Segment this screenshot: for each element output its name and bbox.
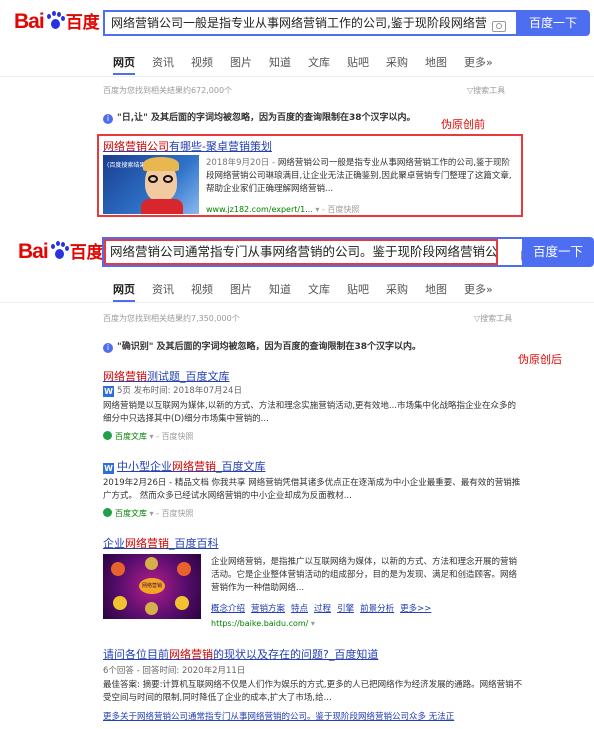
tab-more[interactable]: 更多» [464, 54, 493, 70]
search-button[interactable]: 百度一下 [516, 10, 590, 36]
result-source[interactable]: 百度文库 ▾ - 百度快照 [103, 431, 194, 442]
camera-icon[interactable] [492, 21, 506, 32]
tab-bar-2: 网页 资讯 视频 图片 知道 文库 贴吧 采购 地图 更多» [113, 281, 510, 302]
result-source[interactable]: 百度文库 ▾ - 百度快照 [103, 508, 194, 519]
link-process[interactable]: 过程 [314, 604, 331, 614]
tab-web[interactable]: 网页 [113, 54, 135, 75]
tab-video[interactable]: 视频 [191, 281, 213, 297]
result-snippet: 2019年2月26日 - 精品文档 你我共享 网络营销凭借其诸多优点正在逐渐成为… [103, 478, 521, 501]
result-title[interactable]: W 中小型企业网络营销_百度文库 [103, 458, 266, 474]
tab-wenku[interactable]: 文库 [308, 281, 330, 297]
tab-images[interactable]: 图片 [230, 281, 252, 297]
search-button-2[interactable]: 百度一下 [522, 237, 594, 267]
tab-images[interactable]: 图片 [230, 54, 252, 70]
label-after: 伪原创后 [518, 353, 562, 366]
link-plan[interactable]: 营销方案 [251, 604, 285, 614]
search-tools-2[interactable]: ▽搜索工具 [474, 313, 512, 324]
tab-zhidao[interactable]: 知道 [269, 281, 291, 297]
tab-bar: 网页 资讯 视频 图片 知道 文库 贴吧 采购 地图 更多» [113, 54, 510, 75]
tab-tieba[interactable]: 贴吧 [347, 54, 369, 70]
link-features[interactable]: 特点 [291, 604, 308, 614]
label-before: 伪原创前 [441, 118, 485, 131]
result-title[interactable]: 网络营销公司有哪些-聚卓营销策划 [103, 138, 272, 154]
result-count: 百度为您找到相关结果约672,000个 [103, 86, 233, 95]
tab-caigou[interactable]: 采购 [386, 281, 408, 297]
tab-video[interactable]: 视频 [191, 54, 213, 70]
tab-news[interactable]: 资讯 [152, 281, 174, 297]
wenku-source-icon [103, 431, 112, 440]
baike-image[interactable]: 网络营销 [103, 554, 201, 619]
search-tools[interactable]: ▽搜索工具 [467, 85, 505, 96]
tab-map[interactable]: 地图 [425, 281, 447, 297]
result-title[interactable]: 网络营销测试题_百度文库 [103, 368, 230, 384]
tab-zhidao[interactable]: 知道 [269, 54, 291, 70]
baidu-logo[interactable]: Bai 百度 [14, 8, 100, 34]
tab-caigou[interactable]: 采购 [386, 54, 408, 70]
result-count-2: 百度为您找到相关结果约7,350,000个 [103, 314, 240, 323]
result-snippet: 2018年9月20日 - 网络营销公司一般是指专业从事网络营销工作的公司,鉴于现… [206, 158, 512, 194]
result-url[interactable]: www.jz182.com/expert/1... ▾ - 百度快照 [206, 204, 359, 215]
query-truncation-notice-2: i "确识别" 及其后面的字词均被忽略，因为百度的查询限制在38个汉字以内。 [103, 339, 421, 353]
tab-wenku[interactable]: 文库 [308, 54, 330, 70]
result-meta: W 5页 发布时间: 2018年07月24日 [103, 386, 242, 397]
wenku-doc-icon: W [103, 386, 114, 397]
result-url[interactable]: https://baike.baidu.com/ ▾ [211, 619, 315, 628]
result-title[interactable]: 企业网络营销_百度百科 [103, 535, 219, 551]
highlight-box-query [104, 239, 498, 265]
snapshot-link[interactable]: ▾ - 百度快照 [315, 205, 359, 214]
result-thumbnail[interactable]: (百度搜索结果) [103, 155, 199, 214]
wenku-source-icon [103, 508, 112, 517]
query-truncation-notice: i "日,让" 及其后面的字词均被忽略，因为百度的查询限制在38个汉字以内。 [103, 110, 415, 124]
snapshot-link[interactable]: ▾ - 百度快照 [150, 432, 194, 441]
link-concept[interactable]: 概念介绍 [211, 604, 245, 614]
result-meta: 6个回答 - 回答时间: 2020年2月11日 [103, 666, 246, 676]
result-snippet: 网络营销是以互联网为媒体,以新的方式、方法和理念实施营销活动,更有效地...市场… [103, 401, 517, 424]
link-more[interactable]: 更多>> [400, 604, 431, 614]
paw-icon [45, 11, 65, 31]
link-outlook[interactable]: 前景分析 [360, 604, 394, 614]
paw-icon [49, 241, 69, 261]
tab-more[interactable]: 更多» [464, 281, 493, 297]
tab-web[interactable]: 网页 [113, 281, 135, 302]
result-title[interactable]: 请问各位目前网络营销的现状以及存在的问题?_百度知道 [103, 646, 378, 662]
tab-map[interactable]: 地图 [425, 54, 447, 70]
tab-tieba[interactable]: 贴吧 [347, 281, 369, 297]
more-results-link[interactable]: 更多关于网络营销公司通常指专门从事网络营销的公司。鉴于现阶段网络营销公司众多 无… [103, 710, 523, 722]
result-snippet: 最佳答案: 摘要:计算机互联网络不仅是人们作为娱乐的方式,更多的人已把网络作为经… [103, 680, 523, 703]
search-input[interactable]: 网络营销公司一般是指专业从事网络营销工作的公司,鉴于现阶段网络营 [103, 10, 517, 36]
baidu-logo-2[interactable]: Bai 百度 [18, 238, 104, 264]
baike-quick-links: 概念介绍 营销方案 特点 过程 引擎 前景分析 更多>> [211, 602, 431, 614]
tab-news[interactable]: 资讯 [152, 54, 174, 70]
wenku-doc-icon: W [103, 463, 114, 474]
result-snippet: 企业网络营销，是指推广以互联网络为媒体，以新的方式、方法和理念开展的营销活动。它… [211, 557, 518, 593]
snapshot-link[interactable]: ▾ - 百度快照 [150, 509, 194, 518]
info-icon: i [103, 343, 113, 353]
info-icon: i [103, 114, 113, 124]
link-engine[interactable]: 引擎 [337, 604, 354, 614]
